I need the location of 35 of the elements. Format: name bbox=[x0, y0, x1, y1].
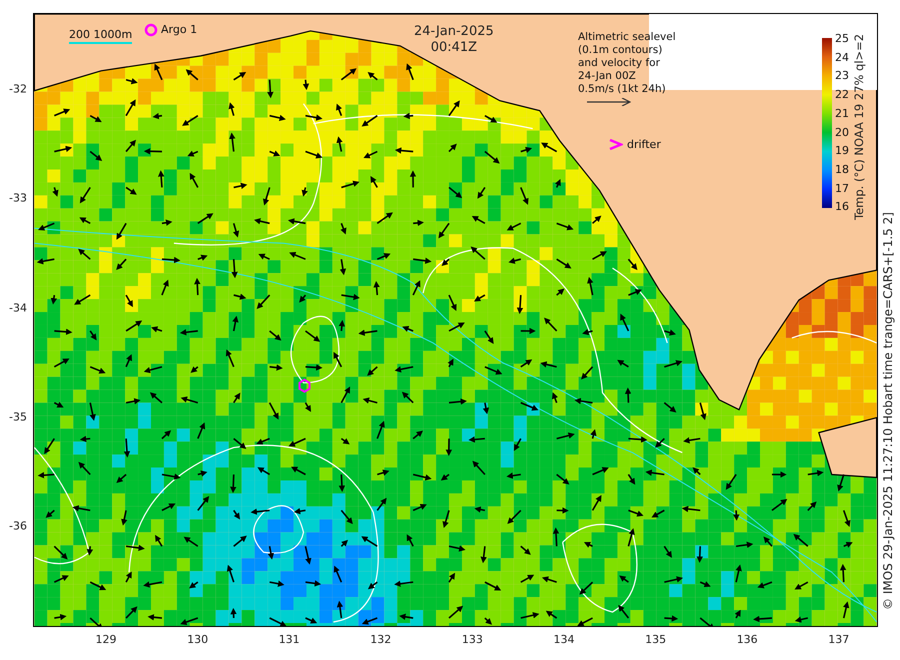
colorbar-tick-label: 17 bbox=[835, 182, 849, 195]
altimetry-legend-text: Altimetric sealevel (0.1m contours) and velocity for 24-Jan 00Z 0.5m/s (1kt 24h) bbox=[578, 31, 676, 96]
longitude-tick-label: 135 bbox=[645, 633, 666, 646]
latitude-tick-label: -33 bbox=[9, 192, 27, 205]
colorbar-tick-label: 22 bbox=[835, 88, 849, 102]
colorbar-tick-label: 20 bbox=[835, 126, 849, 139]
arrow-icon bbox=[587, 98, 631, 106]
longitude-tick-label: 134 bbox=[554, 633, 574, 646]
longitude-tick-label: 131 bbox=[278, 633, 300, 646]
longitude-tick-label: 133 bbox=[462, 633, 483, 646]
circle-marker-icon bbox=[144, 23, 158, 37]
map-date: 24-Jan-2025 bbox=[414, 24, 494, 39]
colorbar-label: Temp. (°C) NOAA 19 27% ql>=2 bbox=[852, 34, 866, 220]
longitude-tick-label: 137 bbox=[828, 633, 850, 646]
longitude-tick-label: 136 bbox=[736, 633, 758, 646]
colorbar-tick-label: 18 bbox=[835, 162, 849, 176]
copyright-caption: © IMOS 29-Jan-2025 11:27:10 Hobart time trange=CARS+[-1.5 2] bbox=[881, 212, 895, 610]
longitude-tick-label: 132 bbox=[370, 633, 392, 646]
latitude-tick-label: -35 bbox=[9, 410, 27, 424]
colorbar-tick-label: 16 bbox=[835, 200, 849, 214]
colorbar-tick-label: 25 bbox=[835, 32, 849, 46]
latitude-tick-label: -32 bbox=[9, 82, 27, 96]
isobath-legend-text: 200 1000m bbox=[69, 28, 132, 44]
colorbar-tick-label: 23 bbox=[835, 69, 849, 83]
colorbar-tick-label: 19 bbox=[835, 144, 849, 158]
colorbar-tick-label: 24 bbox=[835, 50, 849, 64]
longitude-tick-label: 130 bbox=[187, 633, 208, 646]
chevron-icon bbox=[609, 139, 623, 150]
argo-legend-text: Argo 1 bbox=[161, 23, 198, 37]
map-time: 00:41Z bbox=[430, 40, 478, 55]
longitude-tick-label: 129 bbox=[96, 633, 116, 646]
latitude-tick-label: -34 bbox=[9, 301, 27, 314]
colorbar-tick-label: 21 bbox=[835, 106, 849, 120]
latitude-tick-label: -36 bbox=[9, 520, 27, 533]
drifter-legend-text: drifter bbox=[627, 138, 661, 152]
